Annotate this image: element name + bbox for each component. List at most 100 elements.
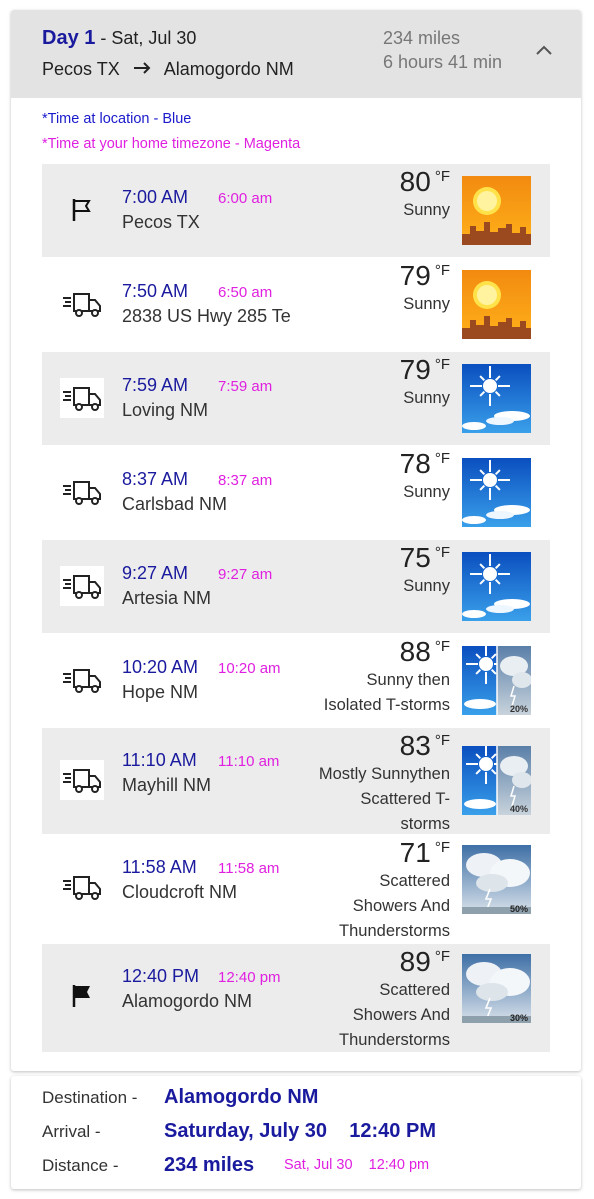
- stop-row[interactable]: 9:27 AM 9:27 am Artesia NM 75 °F Sunny: [42, 540, 550, 633]
- chevron-up-icon[interactable]: [531, 36, 557, 62]
- truck-icon: [60, 660, 104, 700]
- day-number: Day 1: [42, 27, 96, 49]
- sunny-then-tstorm-weather-icon: 40%: [462, 746, 531, 815]
- temperature-value: 88: [399, 636, 431, 667]
- temperature-value: 89: [399, 946, 431, 977]
- condition-line: Sunny: [403, 201, 450, 219]
- temperature-unit: °F: [434, 839, 450, 856]
- weather-condition: Sunny: [403, 480, 450, 505]
- weather-condition: Mostly Sunnythen Scattered T-storms: [319, 762, 450, 837]
- location-time: 11:58 AM: [122, 857, 197, 877]
- location-time: 7:59 AM: [122, 375, 189, 395]
- condition-line: Scattered T-: [360, 790, 450, 808]
- home-time: 10:20 am: [218, 660, 281, 677]
- start-flag-icon: [60, 190, 104, 230]
- truck-icon: [60, 760, 104, 800]
- stop-row[interactable]: 7:00 AM 6:00 am Pecos TX 80 °F Sunny: [42, 164, 550, 257]
- condition-line: Thunderstorms: [339, 1031, 450, 1049]
- location-time: 11:10 AM: [122, 750, 197, 770]
- temperature: 88 °F: [400, 636, 450, 668]
- stop-place: Hope NM: [122, 682, 199, 702]
- temperature-value: 79: [399, 354, 431, 385]
- sunny-weather-icon: [462, 552, 531, 621]
- destination-label: Destination -: [42, 1088, 138, 1107]
- location-time: 7:00 AM: [122, 187, 189, 207]
- stop-row[interactable]: 10:20 AM 10:20 am Hope NM 88 °F Sunny then Iso…: [42, 634, 550, 727]
- condition-line: Sunny then: [366, 671, 450, 689]
- temperature: 75 °F: [400, 542, 450, 574]
- condition-line: Isolated T-storms: [323, 696, 450, 714]
- temperature-value: 83: [399, 730, 431, 761]
- temperature-unit: °F: [434, 544, 450, 561]
- stop-row[interactable]: 12:40 PM 12:40 pm Alamogordo NM 89 °F Scatter…: [42, 944, 550, 1052]
- temperature-value: 71: [399, 837, 431, 868]
- stop-place: Mayhill NM: [122, 775, 212, 795]
- legend-home-time: *Time at your home timezone - Magenta: [42, 136, 301, 152]
- temperature-unit: °F: [434, 732, 450, 749]
- sunny-weather-icon: [462, 458, 531, 527]
- sunny-city-weather-icon: [462, 176, 531, 245]
- stop-row[interactable]: 11:10 AM 11:10 am Mayhill NM 83 °F Mostly Sun…: [42, 728, 550, 834]
- trip-day-card: Day 1 - Sat, Jul 30 Pecos TX Alamogordo N…: [11, 10, 581, 1071]
- temperature: 79 °F: [400, 354, 450, 386]
- temperature-unit: °F: [434, 356, 450, 373]
- stop-row[interactable]: 11:58 AM 11:58 am Cloudcroft NM 71 °F Scatter…: [42, 835, 550, 943]
- temperature-unit: °F: [434, 168, 450, 185]
- arrow-right-icon: [133, 59, 152, 80]
- stop-row[interactable]: 7:50 AM 6:50 am 2838 US Hwy 285 Te 79 °F Sunn…: [42, 258, 550, 351]
- sunny-city-weather-icon: [462, 270, 531, 339]
- home-time: 9:27 am: [218, 566, 273, 583]
- home-time: 7:59 am: [218, 378, 273, 395]
- weather-condition: Scattered Showers And Thunderstorms: [339, 869, 450, 944]
- truck-icon: [60, 472, 104, 512]
- day-header[interactable]: Day 1 - Sat, Jul 30 Pecos TX Alamogordo N…: [11, 10, 581, 98]
- location-time: 12:40 PM: [122, 966, 200, 986]
- home-time: 8:37 am: [218, 472, 273, 489]
- truck-icon: [60, 284, 104, 324]
- tstorm-weather-icon: 50%: [462, 845, 531, 914]
- temperature: 78 °F: [400, 448, 450, 480]
- temperature: 80 °F: [400, 166, 450, 198]
- condition-line: Mostly Sunnythen: [318, 765, 450, 783]
- route: Pecos TX Alamogordo NM: [42, 59, 294, 80]
- route-destination: Alamogordo NM: [163, 59, 294, 79]
- condition-line: Scattered: [379, 872, 450, 890]
- sunny-weather-icon: [462, 364, 531, 433]
- temperature-unit: °F: [434, 948, 450, 965]
- temperature: 71 °F: [400, 837, 450, 869]
- home-time: 11:58 am: [218, 860, 280, 877]
- condition-line: Sunny: [403, 483, 450, 501]
- distance-value: 234 miles: [164, 1154, 255, 1176]
- temperature-unit: °F: [434, 450, 450, 467]
- truck-icon: [60, 566, 104, 606]
- stop-place: Alamogordo NM: [122, 991, 253, 1011]
- stop-place: Cloudcroft NM: [122, 882, 238, 902]
- weather-condition: Sunny: [403, 198, 450, 223]
- condition-line: Sunny: [403, 389, 450, 407]
- home-time: 12:40 pm: [218, 969, 281, 986]
- temperature-value: 80: [399, 166, 431, 197]
- stop-place: Loving NM: [122, 400, 209, 420]
- condition-line: storms: [400, 815, 451, 833]
- temperature: 79 °F: [400, 260, 450, 292]
- stop-place: 2838 US Hwy 285 Te: [122, 306, 291, 326]
- condition-line: Showers And: [352, 1006, 450, 1024]
- home-time: 6:50 am: [218, 284, 273, 301]
- weather-condition: Sunny: [403, 386, 450, 411]
- temperature-unit: °F: [434, 638, 450, 655]
- weather-condition: Scattered Showers And Thunderstorms: [339, 978, 450, 1053]
- location-time: 7:50 AM: [122, 281, 189, 301]
- condition-line: Sunny: [403, 577, 450, 595]
- stop-row[interactable]: 8:37 AM 8:37 am Carlsbad NM 78 °F Sunny: [42, 446, 550, 539]
- destination-value: Alamogordo NM: [164, 1086, 319, 1108]
- stop-row[interactable]: 7:59 AM 7:59 am Loving NM 79 °F Sunny: [42, 352, 550, 445]
- tstorm-weather-icon: 30%: [462, 954, 531, 1023]
- truck-icon: [60, 378, 104, 418]
- temperature-value: 78: [399, 448, 431, 479]
- distance-label: Distance -: [42, 1156, 119, 1175]
- stop-place: Artesia NM: [122, 588, 212, 608]
- svg-text:40%: 40%: [510, 804, 528, 814]
- temperature-unit: °F: [434, 262, 450, 279]
- svg-text:50%: 50%: [510, 904, 528, 914]
- condition-line: Thunderstorms: [339, 922, 450, 940]
